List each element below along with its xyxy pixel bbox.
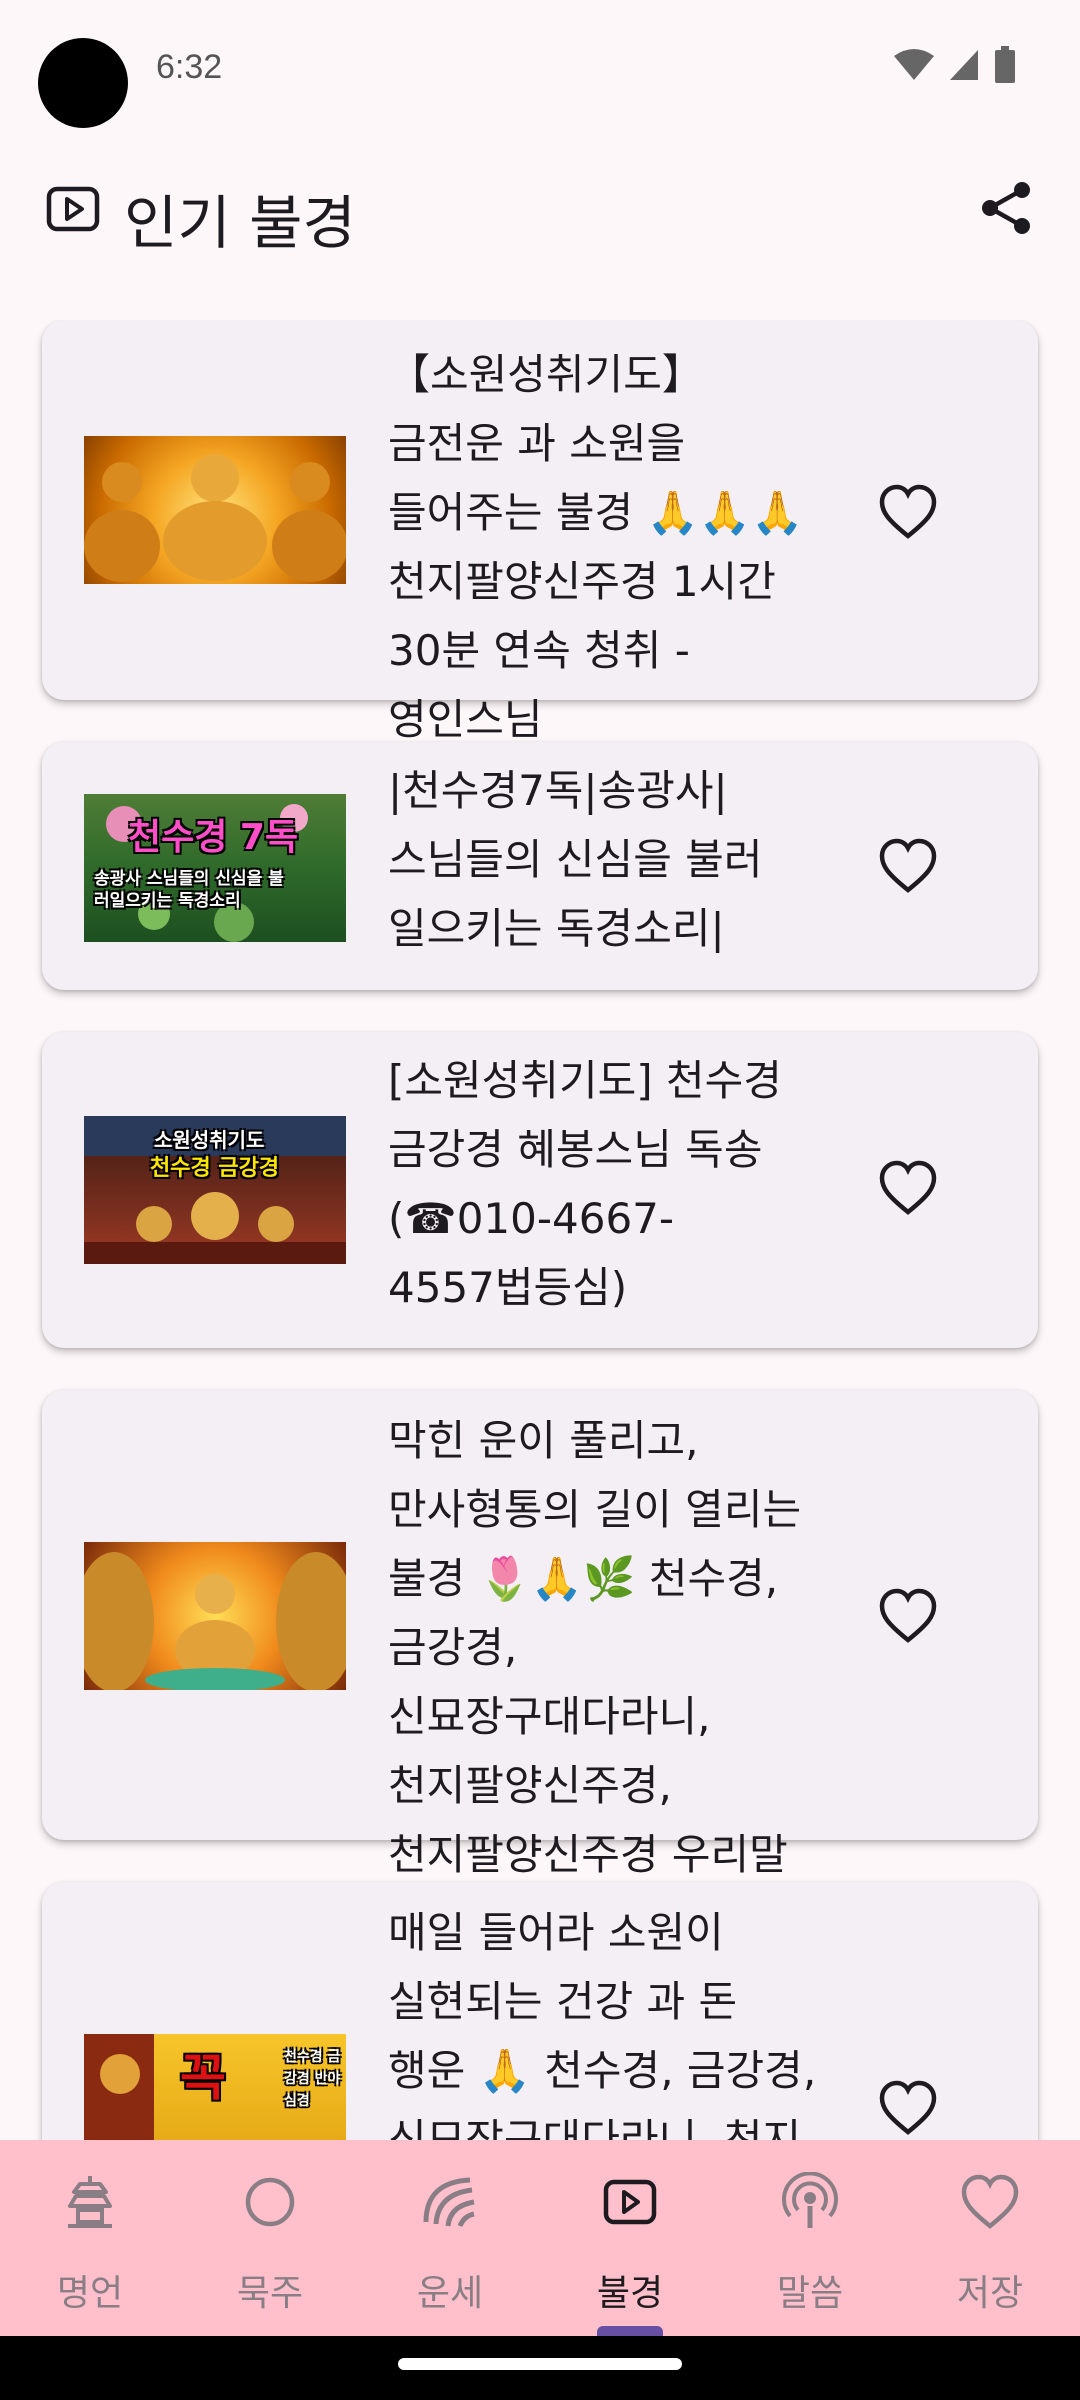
pagoda-icon: [68, 2176, 112, 2228]
list-item[interactable]: 천수경 7독 송광사 스님들의 신심을 불러일으키는 독경소리 |천수경7독|송…: [42, 742, 1038, 990]
video-title: |천수경7독|송광사|스님들의 신심을 불러 일으키는 독경소리|: [388, 766, 763, 953]
nav-label: 저장: [956, 2273, 1024, 2314]
video-list[interactable]: 【소원성취기도】금전운 과 소원을 들어주는 불경 🙏🙏🙏 천지팔양신주경 1시…: [0, 320, 1080, 2140]
favorite-heart-icon[interactable]: [878, 838, 938, 894]
video-thumbnail[interactable]: [84, 1542, 346, 1690]
app-header: 인기 불경: [0, 160, 1080, 260]
circle-icon: [245, 2177, 295, 2227]
status-time: 6:32: [156, 48, 223, 86]
list-item[interactable]: 소원성취기도 천수경 금강경 [소원성취기도] 천수경 금강경 혜봉스님 독송 …: [42, 1032, 1038, 1348]
favorite-heart-icon[interactable]: [878, 484, 938, 540]
list-item[interactable]: 막힌 운이 풀리고, 만사형통의 길이 열리는 불경 🌷🙏🌿 천수경, 금강경,…: [42, 1390, 1038, 1879]
thumbnail-caption: 꼭: [180, 2049, 226, 2107]
thumbnail-subcaption: 천수경 금강경 반야심경: [284, 2049, 341, 2109]
video-title: 매일 들어라 소원이 실현되는 건강 과 돈 행운 🙏 천수경, 금강경, 신묘…: [388, 1908, 817, 2140]
nav-item-fortune[interactable]: 운세: [360, 2140, 540, 2336]
page-title: 인기 불경: [124, 189, 356, 257]
thumbnail-caption: 천수경 7독: [128, 817, 299, 858]
thumbnail-caption: 소원성취기도: [154, 1128, 265, 1152]
status-icons: [894, 46, 1016, 84]
list-item[interactable]: 【소원성취기도】금전운 과 소원을 들어주는 불경 🙏🙏🙏 천지팔양신주경 1시…: [42, 320, 1038, 744]
bottom-navigation: 명언 묵주 운세 불경 말씀 저장: [0, 2140, 1080, 2338]
heart-icon: [961, 2174, 1019, 2229]
video-thumbnail[interactable]: 천수경 7독 송광사 스님들의 신심을 불러일으키는 독경소리: [84, 794, 346, 942]
podcast-icon: [782, 2172, 838, 2228]
nav-item-saved[interactable]: 저장: [900, 2140, 1080, 2336]
nav-label: 불경: [596, 2273, 664, 2314]
status-bar: 6:32: [0, 0, 1080, 140]
nav-label: 운세: [416, 2273, 484, 2314]
video-title: 【소원성취기도】금전운 과 소원을 들어주는 불경 🙏🙏🙏 천지팔양신주경 1시…: [388, 350, 804, 744]
video-thumbnail[interactable]: [84, 436, 346, 584]
video-title: 막힌 운이 풀리고, 만사형통의 길이 열리는 불경 🌷🙏🌿 천수경, 금강경,…: [388, 1416, 802, 1879]
nav-label: 명언: [56, 2273, 124, 2314]
favorite-heart-icon[interactable]: [878, 2080, 938, 2136]
system-navigation-bar: [0, 2336, 1080, 2400]
buddha-image: [84, 454, 346, 582]
play-icon: [46, 186, 100, 232]
video-thumbnail[interactable]: 소원성취기도 천수경 금강경: [84, 1116, 346, 1264]
camera-cutout: [38, 38, 128, 128]
nav-item-sermons[interactable]: 말씀: [720, 2140, 900, 2336]
play-icon: [603, 2179, 657, 2225]
fortune-icon: [423, 2177, 475, 2228]
nav-item-rosary[interactable]: 묵주: [180, 2140, 360, 2336]
nav-label: 묵주: [236, 2273, 304, 2314]
favorite-heart-icon[interactable]: [878, 1160, 938, 1216]
gesture-handle[interactable]: [398, 2358, 682, 2370]
nav-label: 말씀: [776, 2273, 844, 2314]
wifi-icon: [894, 49, 934, 80]
buddha-image: [84, 1552, 346, 1690]
nav-item-sutras[interactable]: 불경: [540, 2140, 720, 2336]
nav-item-quotes[interactable]: 명언: [0, 2140, 180, 2336]
favorite-heart-icon[interactable]: [878, 1588, 938, 1644]
thumbnail-subcaption: 천수경 금강경: [150, 1156, 280, 1181]
signal-icon: [950, 50, 978, 80]
thumbnail-subcaption: 송광사 스님들의 신심을 불러일으키는 독경소리: [94, 869, 284, 911]
battery-icon: [995, 46, 1015, 83]
list-item[interactable]: 꼭 천수경 금강경 반야심경 매일 들어라 소원이 실현되는 건강 과 돈 행운…: [42, 1882, 1038, 2140]
video-title: [소원성취기도] 천수경 금강경 혜봉스님 독송 (☎010-4667-4557…: [388, 1056, 782, 1312]
video-thumbnail[interactable]: 꼭 천수경 금강경 반야심경: [84, 2034, 346, 2140]
share-icon[interactable]: [976, 178, 1036, 238]
